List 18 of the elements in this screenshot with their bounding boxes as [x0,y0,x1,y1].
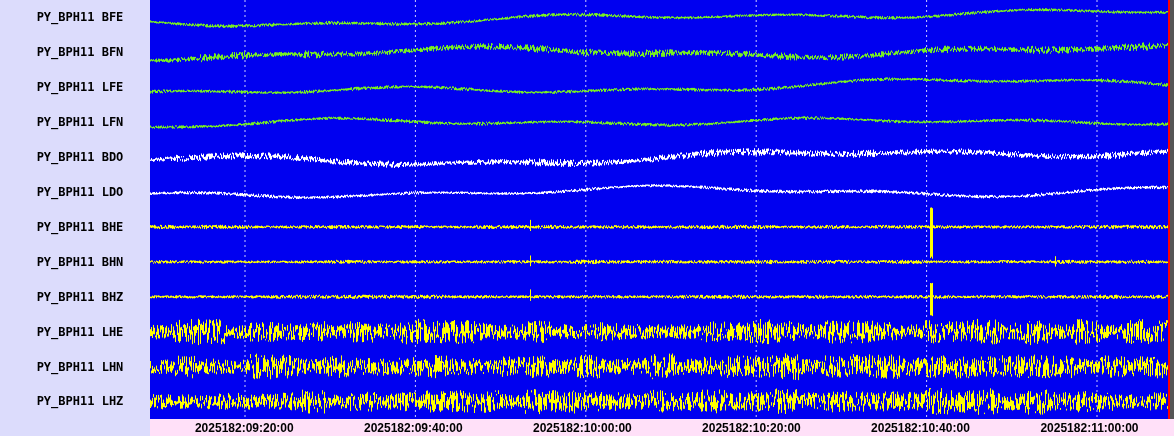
channel-label: PY_BPH11 BHN [35,254,124,269]
channel-label: PY_BPH11 LDO [35,185,124,199]
time-label: 2025182:10:00:00 [532,420,633,435]
time-label: 2025182:09:40:00 [362,420,464,435]
channel-label: PY_BPH11 LFN [35,115,124,130]
channel-label: PY_BPH11 BDO [35,150,124,165]
time-label: 2025182:09:20:00 [193,420,295,435]
channel-label: PY_BPH11 LHE [35,324,124,339]
time-label: 2025182:10:40:00 [870,420,971,435]
channel-label: PY_BPH11 BHZ [35,289,124,304]
time-label: 2025182:11:00:00 [1039,420,1140,435]
time-label: 2025182:10:20:00 [701,420,802,435]
channel-label: PY_BPH11 BHE [35,219,124,234]
channel-label: PY_BPH11 LHN [35,359,124,374]
channel-label: PY_BPH11 LFE [35,80,124,95]
channel-label: PY_BPH11 LHZ [35,394,124,409]
channel-label: PY_BPH11 BFN [35,45,124,60]
channel-label: PY_BPH11 BFE [35,10,124,25]
